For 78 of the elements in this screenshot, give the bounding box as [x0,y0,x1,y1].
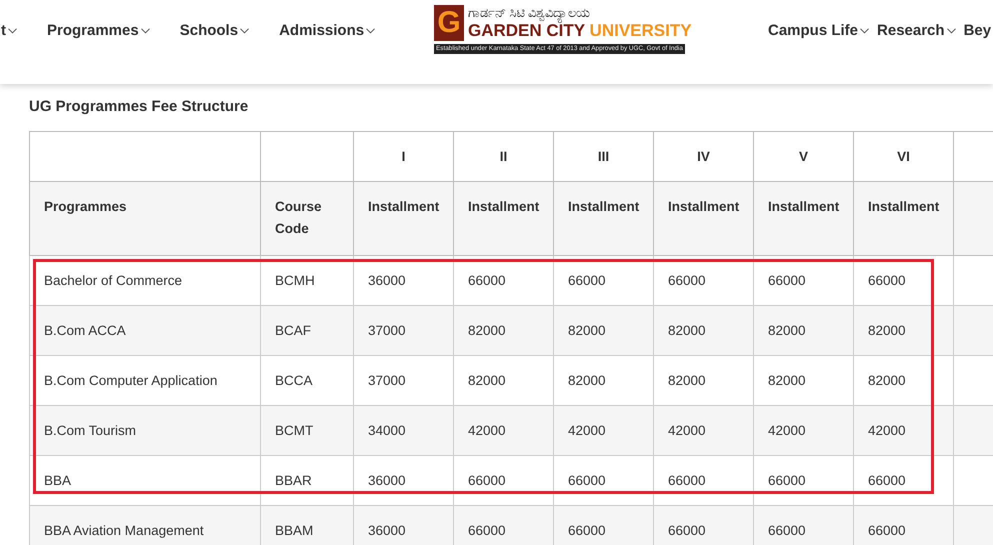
table-cell: 66000 [868,523,906,538]
chevron-down-icon [860,28,870,34]
header-cell: VI [854,132,954,182]
table-cell: B.Com Computer Application [44,373,218,388]
table-cell: 36000 [368,473,406,488]
table-cell: 66000 [768,523,806,538]
table-cell: 82000 [868,373,906,388]
table-cell: 66000 [468,523,506,538]
nav-link[interactable]: Programmes [47,22,150,39]
table-cell: BBAR [275,473,312,488]
table-cell: BCMT [275,423,314,438]
table-cell: 82000 [768,323,806,338]
table-cell: BBA [44,473,72,488]
table-cell: 82000 [568,323,606,338]
nav-link[interactable]: Research [877,22,956,39]
table-cell: 66000 [668,273,706,288]
table-cell: 82000 [768,373,806,388]
column-header: Installment [454,182,554,256]
nav-link[interactable]: Campus Life [768,22,870,39]
table-cell: 66000 [468,273,506,288]
table-cell: 82000 [468,373,506,388]
table-cell: 42000 [768,423,806,438]
table-cell: BCMH [275,273,315,288]
table-cell: 82000 [868,323,906,338]
table-cell: BBA Aviation Management [44,523,204,538]
table-cell: 66000 [868,273,906,288]
table-cell: 36000 [368,523,406,538]
table-cell: 66000 [568,473,606,488]
column-header: Installment [554,182,654,256]
nav-link[interactable]: t [1,22,17,39]
column-header: Course Code [260,182,354,256]
nav-link[interactable]: Bey [964,22,992,39]
table-cell: 82000 [668,323,706,338]
table-cell: 66000 [668,473,706,488]
chevron-down-icon [366,28,376,34]
logo-native-name: ಗಾರ್ಡನ್ ಸಿಟಿ ವಿಶ್ವವಿದ್ಯಾಲಯ [468,5,692,21]
table-cell: 66000 [668,523,706,538]
chevron-down-icon [140,28,150,34]
table-cell: 42000 [868,423,906,438]
nav-link[interactable]: Admissions [279,22,376,39]
table-cell: 42000 [468,423,506,438]
table-cell: 36000 [368,273,406,288]
header-cell: I [354,132,454,182]
column-header: Programmes [30,182,260,256]
table-cell: BCCA [275,373,313,388]
header-cell: II [454,132,554,182]
header-cell: V [754,132,854,182]
table-cell: 66000 [768,473,806,488]
table-cell: Bachelor of Commerce [44,273,182,288]
table-cell: 82000 [668,373,706,388]
nav-link[interactable]: Schools [180,22,250,39]
table-cell: 42000 [568,423,606,438]
logo-mark: G [434,5,464,41]
column-header: Installment [354,182,454,256]
chevron-down-icon [946,28,956,34]
table-cell: 82000 [468,323,506,338]
chevron-down-icon [8,28,17,34]
table-cell: 66000 [468,473,506,488]
column-header: Installment [854,182,954,256]
header-cell: IV [654,132,754,182]
table-cell: 66000 [768,273,806,288]
table-cell: 37000 [368,323,406,338]
table-cell: 66000 [568,523,606,538]
column-header: Installment [654,182,754,256]
table-cell: 66000 [868,473,906,488]
table-cell: 42000 [668,423,706,438]
table-cell: BBAM [275,523,314,538]
section-title: UG Programmes Fee Structure [29,97,250,116]
table-cell: 66000 [568,273,606,288]
table-cell: BCAF [275,323,312,338]
header-cell: III [554,132,654,182]
table-cell: B.Com ACCA [44,323,126,338]
table-cell: B.Com Tourism [44,423,136,438]
chevron-down-icon [240,28,250,34]
table-cell: 82000 [568,373,606,388]
table-cell: 37000 [368,373,406,388]
table-cell: 34000 [368,423,406,438]
column-header: Installment [754,182,854,256]
